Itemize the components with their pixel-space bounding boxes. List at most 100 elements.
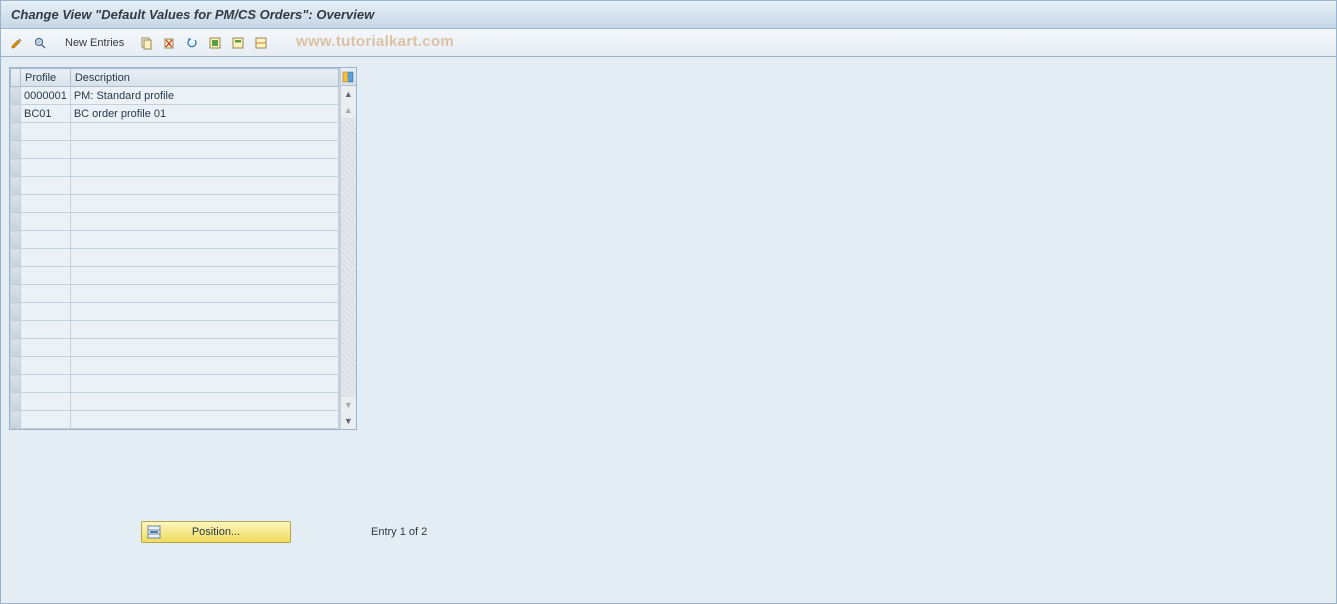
table-row-empty[interactable] — [11, 339, 339, 357]
cell-profile[interactable]: BC01 — [21, 105, 71, 123]
cell-description[interactable] — [70, 123, 338, 141]
table-row-empty[interactable] — [11, 267, 339, 285]
row-selector[interactable] — [11, 321, 21, 339]
cell-description[interactable] — [70, 321, 338, 339]
scroll-up2-icon[interactable]: ▲ — [341, 103, 355, 117]
scroll-up-icon[interactable]: ▲ — [341, 87, 355, 101]
scroll-track[interactable] — [341, 118, 356, 397]
cell-profile[interactable] — [21, 303, 71, 321]
row-selector[interactable] — [11, 213, 21, 231]
cell-profile[interactable] — [21, 141, 71, 159]
table-row-empty[interactable] — [11, 393, 339, 411]
cell-profile[interactable] — [21, 357, 71, 375]
row-selector-header[interactable] — [11, 69, 21, 87]
table-row-empty[interactable] — [11, 159, 339, 177]
cell-profile[interactable] — [21, 213, 71, 231]
cell-profile[interactable] — [21, 375, 71, 393]
content-area: Profile Description 0000001 PM: Standard… — [1, 57, 1336, 440]
cell-description[interactable] — [70, 159, 338, 177]
row-selector[interactable] — [11, 87, 21, 105]
row-selector[interactable] — [11, 249, 21, 267]
new-entries-button[interactable]: New Entries — [59, 34, 130, 52]
cell-profile[interactable] — [21, 159, 71, 177]
cell-description[interactable] — [70, 357, 338, 375]
change-icon[interactable] — [7, 33, 27, 53]
table-row-empty[interactable] — [11, 195, 339, 213]
row-selector[interactable] — [11, 231, 21, 249]
cell-profile[interactable]: 0000001 — [21, 87, 71, 105]
col-description[interactable]: Description — [70, 69, 338, 87]
cell-profile[interactable] — [21, 285, 71, 303]
cell-description[interactable]: BC order profile 01 — [70, 105, 338, 123]
row-selector[interactable] — [11, 105, 21, 123]
row-selector[interactable] — [11, 195, 21, 213]
cell-profile[interactable] — [21, 231, 71, 249]
scroll-down2-icon[interactable]: ▼ — [341, 398, 355, 412]
table-row[interactable]: BC01 BC order profile 01 — [11, 105, 339, 123]
table-row-empty[interactable] — [11, 357, 339, 375]
table-row-empty[interactable] — [11, 321, 339, 339]
copy-icon[interactable] — [136, 33, 156, 53]
table-row-empty[interactable] — [11, 123, 339, 141]
cell-description[interactable] — [70, 141, 338, 159]
cell-profile[interactable] — [21, 393, 71, 411]
scroll-down-icon[interactable]: ▼ — [341, 414, 355, 428]
grid-wrapper: Profile Description 0000001 PM: Standard… — [9, 67, 357, 430]
cell-profile[interactable] — [21, 249, 71, 267]
cell-description[interactable] — [70, 231, 338, 249]
cell-profile[interactable] — [21, 321, 71, 339]
table-row-empty[interactable] — [11, 177, 339, 195]
cell-description[interactable] — [70, 411, 338, 429]
delete-icon[interactable] — [159, 33, 179, 53]
row-selector[interactable] — [11, 177, 21, 195]
table-row-empty[interactable] — [11, 249, 339, 267]
cell-description[interactable] — [70, 303, 338, 321]
table-row-empty[interactable] — [11, 303, 339, 321]
select-all-icon[interactable] — [205, 33, 225, 53]
row-selector[interactable] — [11, 267, 21, 285]
display-icon[interactable] — [30, 33, 50, 53]
row-selector[interactable] — [11, 159, 21, 177]
cell-profile[interactable] — [21, 195, 71, 213]
cell-description[interactable]: PM: Standard profile — [70, 87, 338, 105]
cell-description[interactable] — [70, 339, 338, 357]
cell-description[interactable] — [70, 177, 338, 195]
row-selector[interactable] — [11, 357, 21, 375]
table-row-empty[interactable] — [11, 411, 339, 429]
row-selector[interactable] — [11, 141, 21, 159]
configure-columns-icon[interactable] — [341, 68, 356, 86]
position-icon — [147, 525, 161, 542]
cell-profile[interactable] — [21, 411, 71, 429]
cell-description[interactable] — [70, 213, 338, 231]
cell-profile[interactable] — [21, 177, 71, 195]
cell-description[interactable] — [70, 285, 338, 303]
cell-description[interactable] — [70, 393, 338, 411]
cell-profile[interactable] — [21, 123, 71, 141]
table-row-empty[interactable] — [11, 231, 339, 249]
deselect-all-icon[interactable] — [251, 33, 271, 53]
table-row-empty[interactable] — [11, 285, 339, 303]
row-selector[interactable] — [11, 411, 21, 429]
table-row[interactable]: 0000001 PM: Standard profile — [11, 87, 339, 105]
cell-profile[interactable] — [21, 339, 71, 357]
row-selector[interactable] — [11, 285, 21, 303]
title-bar: Change View "Default Values for PM/CS Or… — [1, 1, 1336, 29]
cell-description[interactable] — [70, 249, 338, 267]
cell-profile[interactable] — [21, 267, 71, 285]
position-button[interactable]: Position... — [141, 521, 291, 543]
cell-description[interactable] — [70, 267, 338, 285]
vertical-scrollbar[interactable]: ▲ ▲ ▼ ▼ — [340, 68, 356, 429]
row-selector[interactable] — [11, 123, 21, 141]
table-row-empty[interactable] — [11, 375, 339, 393]
col-profile[interactable]: Profile — [21, 69, 71, 87]
row-selector[interactable] — [11, 375, 21, 393]
row-selector[interactable] — [11, 339, 21, 357]
undo-icon[interactable] — [182, 33, 202, 53]
table-row-empty[interactable] — [11, 213, 339, 231]
row-selector[interactable] — [11, 303, 21, 321]
cell-description[interactable] — [70, 195, 338, 213]
select-block-icon[interactable] — [228, 33, 248, 53]
row-selector[interactable] — [11, 393, 21, 411]
cell-description[interactable] — [70, 375, 338, 393]
table-row-empty[interactable] — [11, 141, 339, 159]
